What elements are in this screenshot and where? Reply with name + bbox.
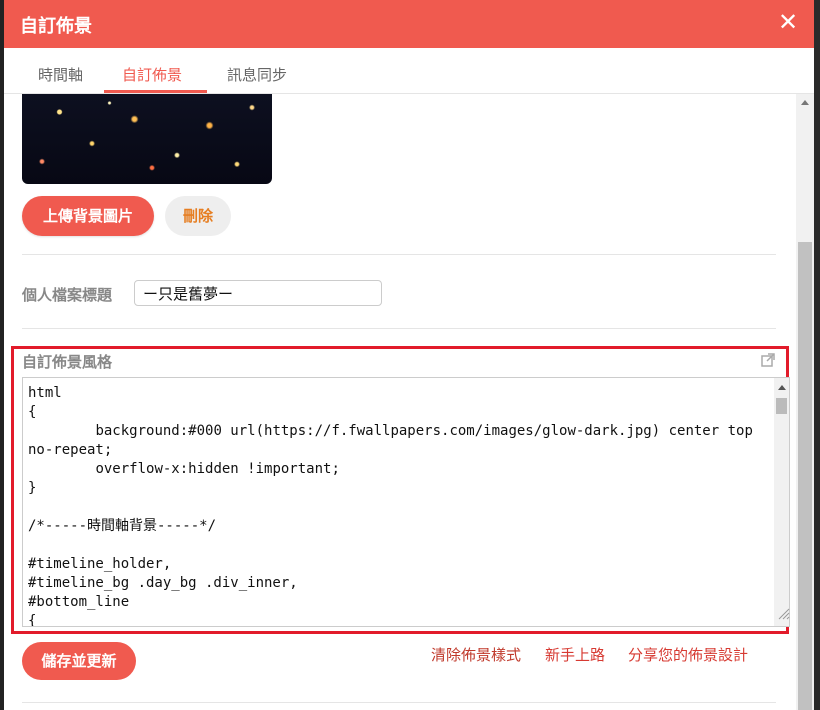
scroll-thumb[interactable] <box>798 242 812 710</box>
dialog-content: 上傳背景圖片 刪除 個人檔案標題 自訂佈景風格 html { backgroun… <box>4 94 796 710</box>
resize-grip-icon[interactable] <box>776 606 790 620</box>
custom-theme-dialog: 自訂佈景 ✕ 時間軸 自訂佈景 訊息同步 上傳背景圖片 刪除 個人檔案標題 自訂… <box>4 0 814 710</box>
custom-css-editor[interactable]: html { background:#000 url(https://f.fwa… <box>22 377 790 627</box>
background-preview-image <box>22 94 272 184</box>
scroll-up-icon[interactable] <box>801 100 809 105</box>
close-icon[interactable]: ✕ <box>774 8 802 36</box>
dialog-titlebar: 自訂佈景 ✕ <box>4 0 814 48</box>
custom-style-title: 自訂佈景風格 <box>22 353 113 371</box>
save-update-button[interactable]: 儲存並更新 <box>22 642 136 680</box>
tab-bar: 時間軸 自訂佈景 訊息同步 <box>4 48 814 94</box>
scroll-up-icon[interactable] <box>778 385 786 390</box>
profile-title-input[interactable] <box>134 280 382 306</box>
clear-theme-link[interactable]: 清除佈景樣式 <box>431 644 521 665</box>
getting-started-link[interactable]: 新手上路 <box>545 644 605 665</box>
tab-message-sync[interactable]: 訊息同步 <box>227 64 287 85</box>
dialog-scrollbar[interactable] <box>796 94 814 710</box>
divider <box>22 328 776 329</box>
upload-background-button[interactable]: 上傳背景圖片 <box>22 196 154 236</box>
backdrop <box>814 0 820 710</box>
profile-title-label: 個人檔案標題 <box>22 286 113 304</box>
tab-custom-theme[interactable]: 自訂佈景 <box>122 64 182 85</box>
dialog-title: 自訂佈景 <box>20 16 92 37</box>
share-theme-link[interactable]: 分享您的佈景設計 <box>628 644 748 665</box>
divider <box>22 702 776 703</box>
editor-scrollbar[interactable] <box>774 378 789 626</box>
editor-scroll-thumb[interactable] <box>776 398 787 414</box>
tab-timeline[interactable]: 時間軸 <box>38 64 83 85</box>
external-link-icon[interactable] <box>760 352 776 368</box>
active-tab-indicator <box>104 90 207 93</box>
divider <box>22 254 776 255</box>
delete-background-button[interactable]: 刪除 <box>165 196 231 236</box>
